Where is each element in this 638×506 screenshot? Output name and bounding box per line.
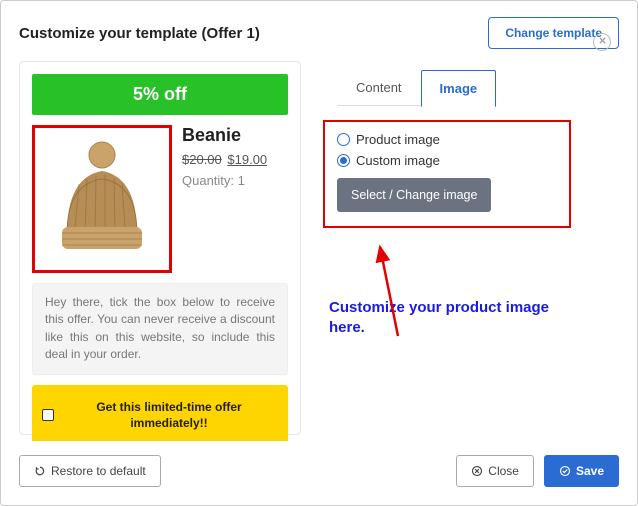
radio-label: Product image [356, 132, 440, 147]
cancel-icon [471, 465, 483, 477]
restore-icon [34, 465, 46, 477]
product-info: Beanie $20.00 $19.00 Quantity: 1 [182, 125, 288, 273]
price-row: $20.00 $19.00 [182, 152, 288, 167]
save-label: Save [576, 464, 604, 478]
discount-badge: 5% off [32, 74, 288, 115]
select-change-image-button[interactable]: Select / Change image [337, 178, 491, 212]
modal-body: 5% off [1, 61, 637, 441]
close-x-icon [593, 33, 611, 51]
image-options-box: Product image Custom image Select / Chan… [323, 120, 571, 228]
settings-panel: Content Image Product image Custom image… [301, 61, 619, 435]
quantity-label: Quantity: 1 [182, 173, 288, 188]
cta-checkbox[interactable] [42, 409, 54, 421]
cta-label: Get this limited-time offer immediately!… [60, 399, 278, 431]
radio-label: Custom image [356, 153, 440, 168]
modal-title: Customize your template (Offer 1) [19, 25, 260, 42]
product-image-highlight [32, 125, 172, 273]
tabs: Content Image [337, 69, 613, 106]
preview-panel: 5% off [19, 61, 301, 435]
tab-image[interactable]: Image [421, 70, 497, 107]
beanie-image [47, 139, 157, 259]
radio-icon [337, 133, 350, 146]
product-title: Beanie [182, 125, 288, 146]
restore-label: Restore to default [51, 464, 146, 478]
offer-description: Hey there, tick the box below to receive… [32, 283, 288, 375]
close-button[interactable]: Close [456, 455, 534, 487]
save-button[interactable]: Save [544, 455, 619, 487]
cta-box[interactable]: Get this limited-time offer immediately!… [32, 385, 288, 441]
radio-custom-image[interactable]: Custom image [337, 153, 557, 168]
close-label: Close [488, 464, 519, 478]
footer-actions: Close Save [456, 455, 619, 487]
price-discounted: $19.00 [227, 152, 267, 167]
modal-header: Customize your template (Offer 1) Change… [1, 1, 637, 61]
radio-product-image[interactable]: Product image [337, 132, 557, 147]
modal-dialog: Customize your template (Offer 1) Change… [0, 0, 638, 506]
annotation-text: Customize your product image here. [329, 298, 569, 337]
check-icon [559, 465, 571, 477]
product-row: Beanie $20.00 $19.00 Quantity: 1 [32, 125, 288, 273]
modal-footer: Restore to default Close Save [1, 441, 637, 505]
tab-content[interactable]: Content [337, 69, 421, 106]
radio-icon [337, 154, 350, 167]
price-original: $20.00 [182, 152, 222, 167]
restore-default-button[interactable]: Restore to default [19, 455, 161, 487]
